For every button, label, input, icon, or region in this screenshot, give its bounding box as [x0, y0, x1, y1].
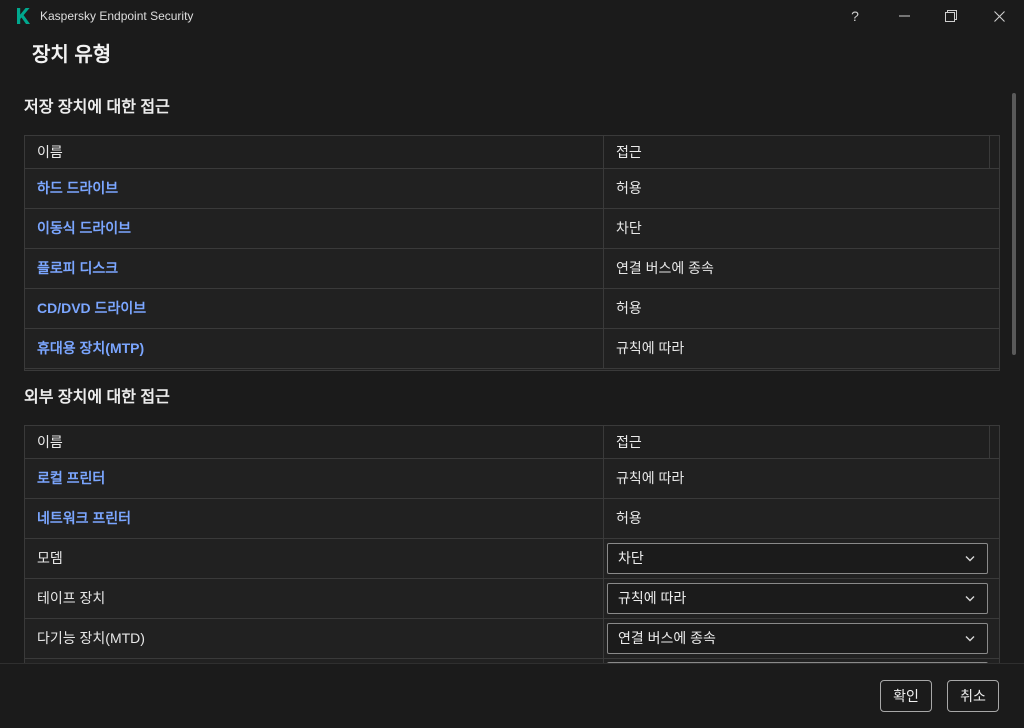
access-value: 차단 [616, 220, 642, 236]
table-row-multifunction-device[interactable]: 다기능 장치(MTD) 연결 버스에 종속 [25, 619, 999, 659]
table-row-cd-dvd-drive[interactable]: CD/DVD 드라이브 허용 [25, 289, 999, 329]
ok-button[interactable]: 확인 [880, 680, 932, 712]
table-row-portable-device-mtp[interactable]: 휴대용 장치(MTP) 규칙에 따라 [25, 329, 999, 369]
access-value: 허용 [616, 180, 642, 196]
minimize-icon [898, 15, 910, 17]
table-row-tape-device[interactable]: 테이프 장치 규칙에 따라 [25, 579, 999, 619]
chevron-down-icon [965, 596, 975, 602]
device-name-link[interactable]: 하드 드라이브 [25, 169, 604, 208]
chevron-down-icon [965, 556, 975, 562]
access-value: 규칙에 따라 [616, 340, 685, 356]
device-name: 모뎀 [25, 539, 604, 578]
device-name-link[interactable]: 플로피 디스크 [25, 249, 604, 288]
page-title: 장치 유형 [32, 44, 112, 66]
access-value: 규칙에 따라 [616, 470, 685, 486]
help-button[interactable]: ? [832, 0, 878, 32]
device-name: 다기능 장치(MTD) [25, 619, 604, 658]
table-row-network-printer[interactable]: 네트워크 프린터 허용 [25, 499, 999, 539]
column-header-access[interactable]: 접근 [604, 426, 990, 458]
minimize-button[interactable] [881, 0, 927, 32]
external-devices-table: 이름 접근 로컬 프린터 규칙에 따라 네트워크 프린터 허용 모뎀 차단 테이… [24, 425, 1000, 663]
kaspersky-logo-icon [17, 8, 30, 24]
title-bar: Kaspersky Endpoint Security ? [0, 0, 1024, 32]
vertical-scrollbar[interactable] [1012, 93, 1016, 355]
access-dropdown[interactable]: 연결 버스에 종속 [607, 623, 988, 654]
column-header-spacer [990, 136, 999, 168]
device-name: 테이프 장치 [25, 579, 604, 618]
column-header-spacer [990, 426, 999, 458]
access-dropdown-value: 연결 버스에 종속 [618, 630, 716, 646]
access-cell: 차단 [604, 539, 999, 578]
chevron-down-icon [965, 636, 975, 642]
table-row-hard-drive[interactable]: 하드 드라이브 허용 [25, 169, 999, 209]
table-row-modem[interactable]: 모뎀 차단 [25, 539, 999, 579]
access-value: 허용 [616, 510, 642, 526]
access-cell: 규칙에 따라 [604, 579, 999, 618]
table-row-local-printer[interactable]: 로컬 프린터 규칙에 따라 [25, 459, 999, 499]
access-dropdown-value: 차단 [618, 550, 644, 566]
access-value: 허용 [616, 300, 642, 316]
column-header-name[interactable]: 이름 [25, 426, 604, 458]
device-name-link[interactable]: 네트워크 프린터 [25, 499, 604, 538]
device-name-link[interactable]: 이동식 드라이브 [25, 209, 604, 248]
close-button[interactable] [976, 0, 1022, 32]
access-dropdown[interactable]: 규칙에 따라 [607, 583, 988, 614]
table-header: 이름 접근 [25, 426, 999, 459]
table-row-removable-drive[interactable]: 이동식 드라이브 차단 [25, 209, 999, 249]
device-name-link[interactable]: 휴대용 장치(MTP) [25, 329, 604, 368]
device-name-link[interactable]: CD/DVD 드라이브 [25, 289, 604, 328]
table-row-floppy-disk[interactable]: 플로피 디스크 연결 버스에 종속 [25, 249, 999, 289]
access-value: 연결 버스에 종속 [616, 260, 714, 276]
table-header: 이름 접근 [25, 136, 999, 169]
column-header-name[interactable]: 이름 [25, 136, 604, 168]
column-header-access[interactable]: 접근 [604, 136, 990, 168]
restore-button[interactable] [928, 0, 974, 32]
dialog-footer: 확인 취소 [0, 663, 1024, 728]
storage-devices-table: 이름 접근 하드 드라이브 허용 이동식 드라이브 차단 플로피 디스크 연결 … [24, 135, 1000, 371]
close-icon [993, 10, 1005, 22]
restore-icon [945, 10, 957, 22]
access-dropdown-value: 규칙에 따라 [618, 590, 687, 606]
device-name-link[interactable]: 로컬 프린터 [25, 459, 604, 498]
access-dropdown[interactable]: 차단 [607, 543, 988, 574]
external-section-heading: 외부 장치에 대한 접근 [24, 389, 170, 406]
access-cell: 연결 버스에 종속 [604, 619, 999, 658]
help-icon: ? [851, 8, 859, 24]
window-title: Kaspersky Endpoint Security [40, 9, 194, 23]
content-area[interactable]: 장치 유형 저장 장치에 대한 접근 이름 접근 하드 드라이브 허용 이동식 … [0, 32, 1024, 663]
storage-section-heading: 저장 장치에 대한 접근 [24, 99, 170, 116]
cancel-button[interactable]: 취소 [947, 680, 999, 712]
